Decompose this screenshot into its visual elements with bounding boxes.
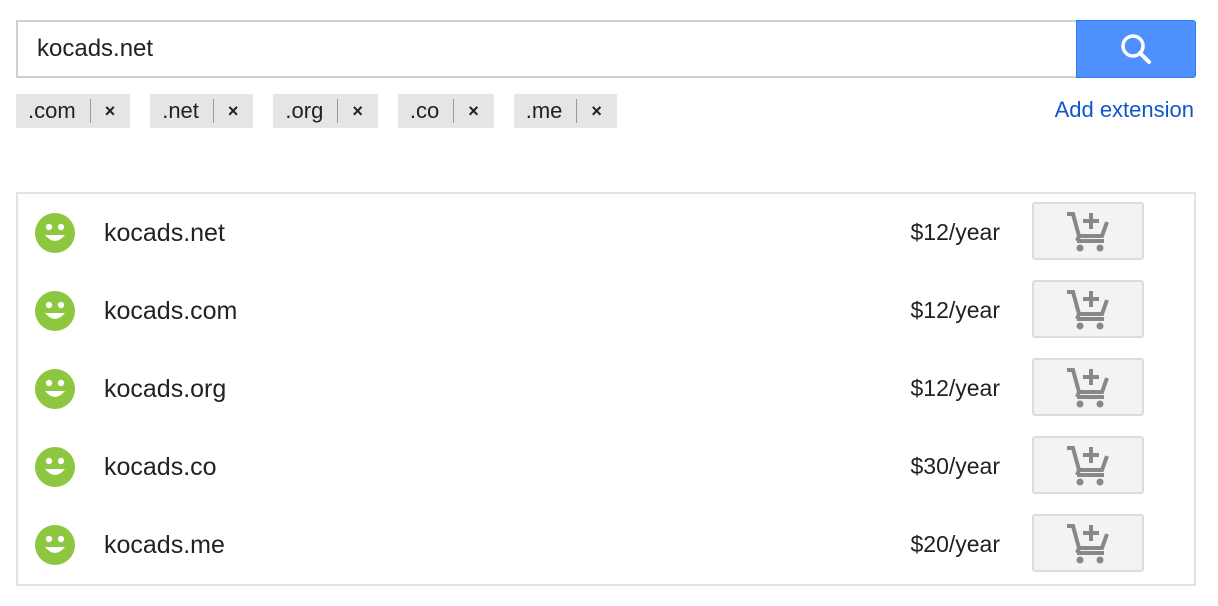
domain-price: $12/year (910, 297, 1000, 323)
add-to-cart-icon (1067, 290, 1109, 330)
search-icon (1121, 34, 1151, 64)
remove-extension-button[interactable]: × (454, 101, 494, 122)
extension-chip: .co × (397, 94, 494, 128)
extension-label: .com (28, 98, 76, 123)
add-to-cart-button[interactable] (1032, 280, 1144, 338)
smiley-available-icon (35, 369, 75, 409)
add-to-cart-button[interactable] (1032, 514, 1144, 572)
domain-price: $30/year (910, 453, 1000, 479)
extension-label: .me (525, 98, 563, 123)
add-extension-link[interactable]: Add extension (1055, 97, 1194, 123)
domain-name: kocads.com (104, 297, 238, 325)
add-to-cart-icon (1067, 212, 1109, 252)
result-row: kocads.org $12/year (18, 350, 1194, 428)
extension-label: .net (162, 98, 199, 123)
smiley-available-icon (35, 447, 75, 487)
domain-name: kocads.co (104, 453, 217, 481)
add-to-cart-icon (1067, 524, 1109, 564)
add-to-cart-button[interactable] (1032, 202, 1144, 260)
domain-price: $12/year (910, 219, 1000, 245)
domain-name: kocads.org (104, 375, 227, 403)
add-to-cart-button[interactable] (1032, 358, 1144, 416)
domain-name: kocads.me (104, 531, 225, 559)
domain-price: $20/year (910, 531, 1000, 557)
result-row: kocads.co $30/year (18, 428, 1194, 506)
add-to-cart-icon (1067, 446, 1109, 486)
extension-chip: .net × (150, 94, 254, 128)
extension-chip: .org × (273, 94, 378, 128)
result-row: kocads.com $12/year (18, 272, 1194, 350)
remove-extension-button[interactable]: × (91, 101, 131, 122)
domain-name: kocads.net (104, 219, 225, 247)
extension-chips: .com × .net × .org × .co × .me × (16, 94, 617, 128)
search-button[interactable] (1076, 20, 1196, 78)
domain-search-input[interactable] (16, 20, 1076, 78)
remove-extension-button[interactable]: × (577, 101, 617, 122)
result-row: kocads.net $12/year (18, 194, 1194, 272)
domain-price: $12/year (910, 375, 1000, 401)
remove-extension-button[interactable]: × (338, 101, 378, 122)
results-list: kocads.net $12/year kocads.com $12/year (16, 192, 1196, 586)
extension-chip: .com × (16, 94, 131, 128)
smiley-available-icon (35, 525, 75, 565)
smiley-available-icon (35, 291, 75, 331)
extension-label: .org (285, 98, 324, 123)
result-row: kocads.me $20/year (18, 506, 1194, 584)
remove-extension-button[interactable]: × (214, 101, 254, 122)
extension-chip: .me × (513, 94, 617, 128)
add-to-cart-icon (1067, 368, 1109, 408)
add-to-cart-button[interactable] (1032, 436, 1144, 494)
smiley-available-icon (35, 213, 75, 253)
extension-label: .co (409, 98, 440, 123)
